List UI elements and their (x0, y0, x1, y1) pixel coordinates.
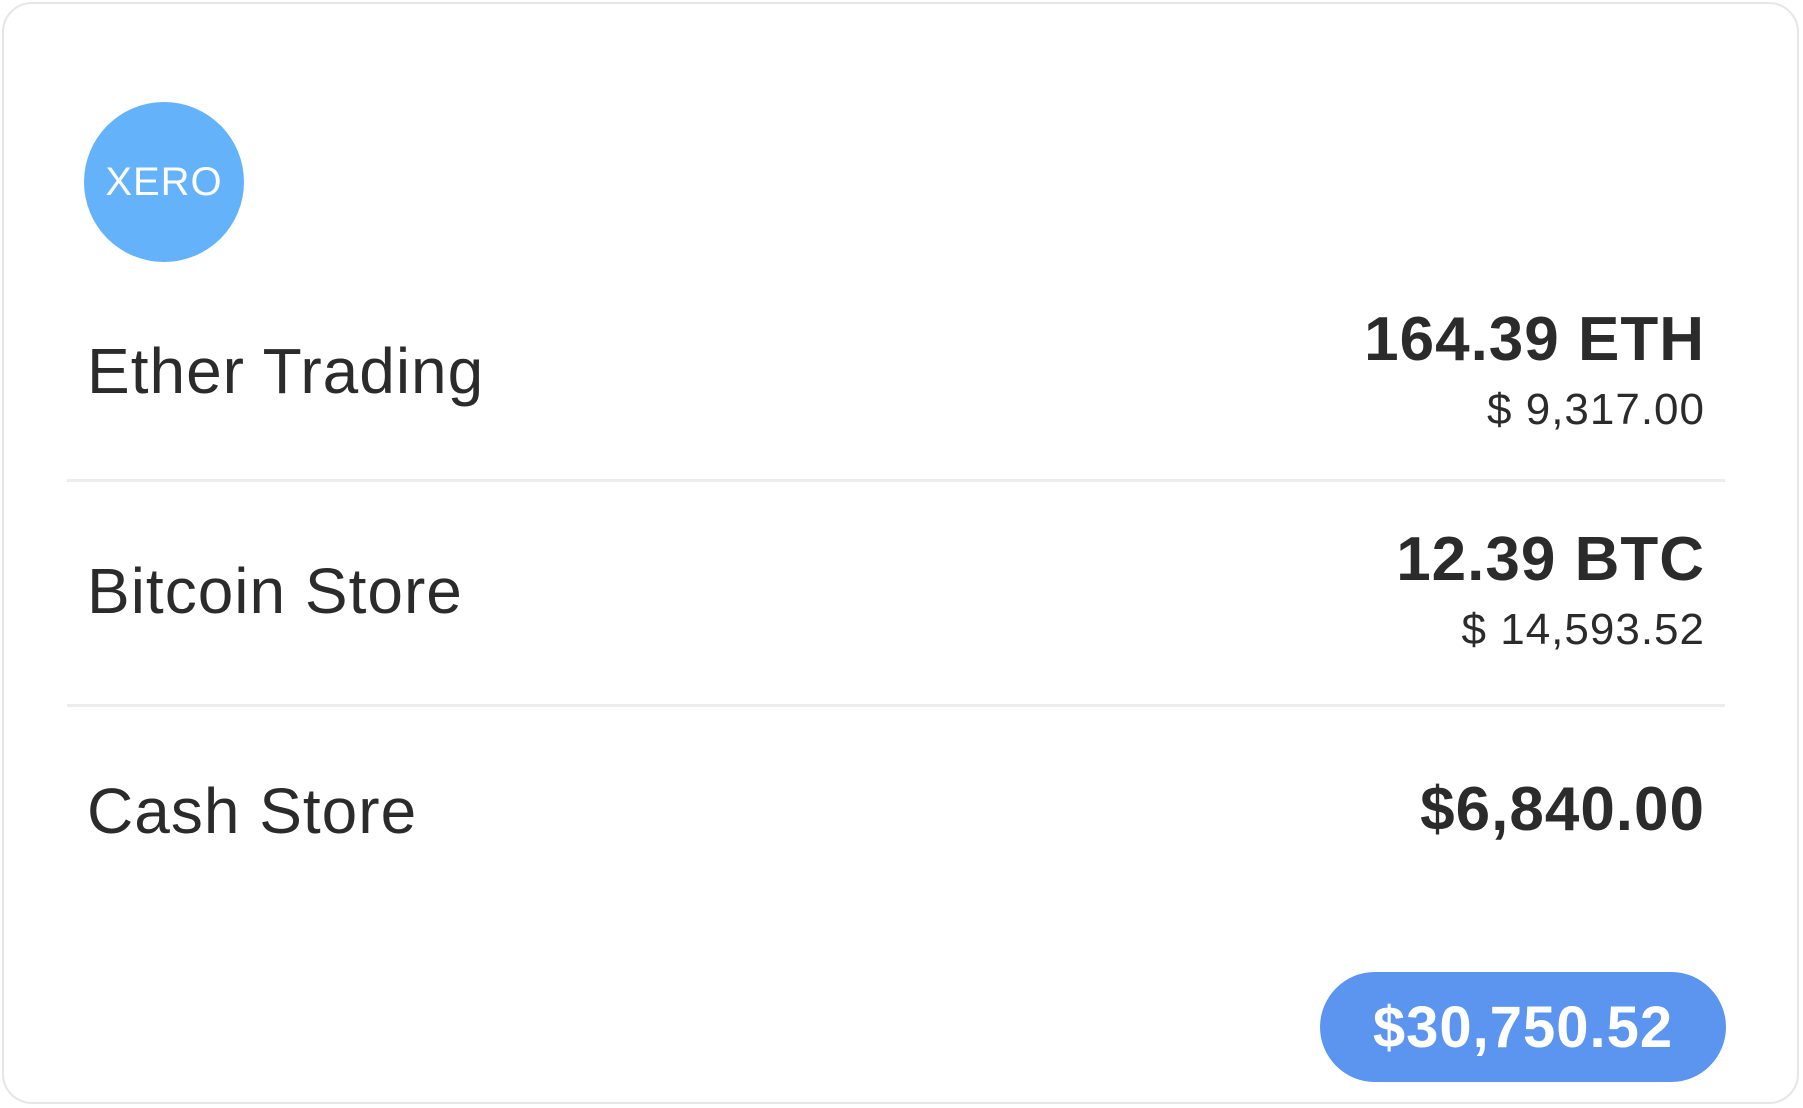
logo-label: XERO (105, 159, 223, 204)
account-name: Cash Store (87, 775, 418, 847)
account-balance: $6,840.00 (1420, 774, 1705, 846)
total-balance-value: $30,750.52 (1372, 994, 1674, 1060)
account-row-ether-trading[interactable]: Ether Trading 164.39 ETH $ 9,317.00 (67, 304, 1725, 454)
account-name: Ether Trading (87, 335, 485, 407)
divider (67, 704, 1725, 707)
fiat-amount: $ 14,593.52 (1461, 605, 1705, 654)
account-balance: 12.39 BTC $ 14,593.52 (1396, 524, 1705, 658)
account-balance: 164.39 ETH $ 9,317.00 (1364, 304, 1705, 438)
account-name: Bitcoin Store (87, 555, 463, 627)
total-balance-badge: $30,750.52 (1320, 972, 1726, 1082)
crypto-amount: 164.39 ETH (1364, 305, 1705, 374)
fiat-amount: $ 9,317.00 (1487, 385, 1705, 434)
cash-amount: $6,840.00 (1420, 775, 1705, 844)
account-row-bitcoin-store[interactable]: Bitcoin Store 12.39 BTC $ 14,593.52 (67, 524, 1725, 674)
divider (67, 479, 1725, 482)
accounts-card: XERO Ether Trading 164.39 ETH $ 9,317.00… (2, 2, 1799, 1104)
crypto-amount: 12.39 BTC (1396, 525, 1705, 594)
account-row-cash-store[interactable]: Cash Store $6,840.00 (67, 774, 1725, 864)
xero-logo-icon: XERO (84, 102, 244, 262)
